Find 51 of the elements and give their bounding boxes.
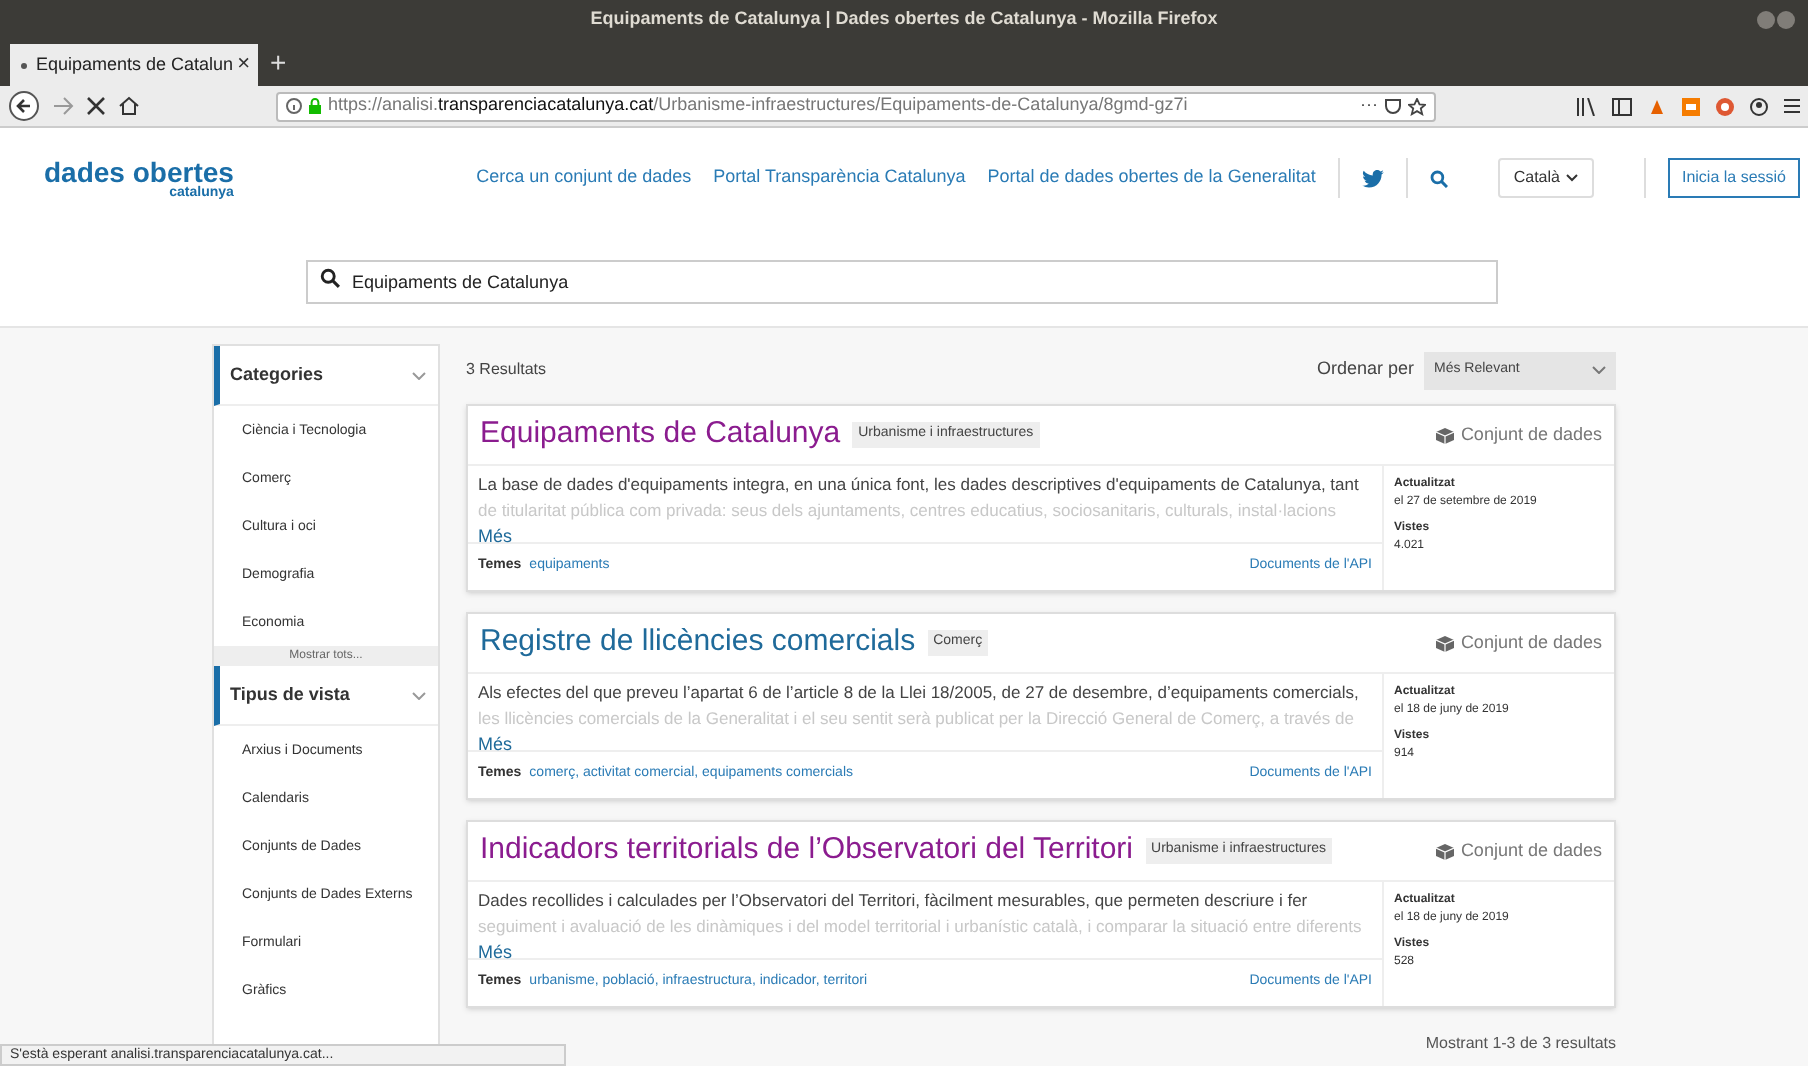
twitter-icon[interactable] — [1361, 169, 1384, 187]
language-dropdown[interactable]: Català — [1497, 158, 1594, 198]
menu-icon[interactable] — [1784, 98, 1800, 114]
cube-icon — [1436, 843, 1455, 859]
window-title: Equipaments de Catalunya | Dades obertes de Catalunya - Mozilla Firefox — [590, 6, 1218, 33]
chevron-down-icon — [412, 371, 426, 379]
stop-icon[interactable] — [86, 96, 106, 116]
account-icon[interactable] — [1750, 97, 1768, 115]
pagination-summary: Mostrant 1-3 de 3 resultats — [1425, 1032, 1616, 1056]
new-tab-button[interactable]: + — [258, 42, 299, 84]
section-header[interactable]: Categories — [214, 346, 438, 406]
dataset-type: Conjunt de dades — [1460, 421, 1602, 448]
dataset-type: Conjunt de dades — [1460, 837, 1602, 864]
chevron-down-icon — [412, 691, 426, 699]
sidebar-icon[interactable] — [1612, 97, 1632, 115]
library-icon[interactable] — [1576, 97, 1596, 115]
more-link[interactable]: Més — [478, 940, 513, 967]
section-header[interactable]: Tipus de vista — [214, 666, 438, 726]
search-icon — [320, 267, 340, 287]
description-text: Als efectes del que preveu l’apartat 6 de l’article 8 de la Llei 18/2005, de 27 de desembre, d’equipaments comercials, — [478, 680, 1361, 706]
close-button[interactable]: × — [237, 48, 250, 82]
nav-link[interactable]: Cerca un conjunt de dades — [476, 164, 692, 192]
cube-icon — [1436, 427, 1455, 443]
result-title[interactable]: Indicadors territorials de l’Observatori del Territori — [480, 828, 1134, 874]
description-text: La base de dades d'equipaments integra, en una única font, les dades descriptives d'equipaments de Catalunya, tant — [478, 472, 1361, 498]
star-icon[interactable] — [1408, 97, 1426, 115]
more-link[interactable]: Més — [478, 524, 513, 551]
more-link[interactable]: Més — [478, 732, 513, 759]
chevron-down-icon — [1592, 366, 1606, 374]
nav-link[interactable]: Portal de dades obertes de la Generalitat — [987, 164, 1316, 192]
lock-icon — [308, 98, 322, 114]
chevron-down-icon — [1565, 174, 1578, 182]
result-title[interactable]: Registre de llicències comercials — [480, 620, 916, 666]
address-field[interactable]: https://analisi.transparenciacatalunya.cat/Urbanisme-infraestructures/Equipaments-de-Catalunya/8gmd-gz7i ··· — [276, 91, 1436, 121]
info-icon[interactable] — [286, 98, 302, 114]
nav-link[interactable]: Portal Transparència Catalunya — [713, 164, 966, 192]
description-text: Dades recollides i calculades per l’Observatori del Territori, fàcilment mesurables, que permeten descriure i fer — [478, 888, 1310, 914]
dataset-type: Conjunt de dades — [1460, 629, 1602, 656]
url-text: https://analisi.transparenciacatalunya.cat/Urbanisme-infraestructures/Equipaments-de-Catalunya/8gmd-gz7i — [328, 92, 1190, 119]
results-count: 3 Resultats — [466, 358, 547, 382]
result-title[interactable]: Equipaments de Catalunya — [480, 412, 841, 458]
logo-title[interactable]: dades obertes — [44, 157, 234, 185]
cube-icon — [1436, 635, 1455, 651]
more-button[interactable]: ··· — [1360, 92, 1378, 120]
search-field[interactable]: Equipaments de Catalunya — [306, 259, 1498, 303]
search-icon[interactable] — [1429, 169, 1448, 187]
sort-label: Ordenar per — [1316, 356, 1414, 383]
sign-in-button[interactable]: Inicia la sessió — [1667, 158, 1800, 198]
home-icon[interactable] — [118, 96, 140, 116]
window-controls-icon[interactable] — [1756, 10, 1796, 30]
back-icon[interactable] — [8, 90, 40, 122]
